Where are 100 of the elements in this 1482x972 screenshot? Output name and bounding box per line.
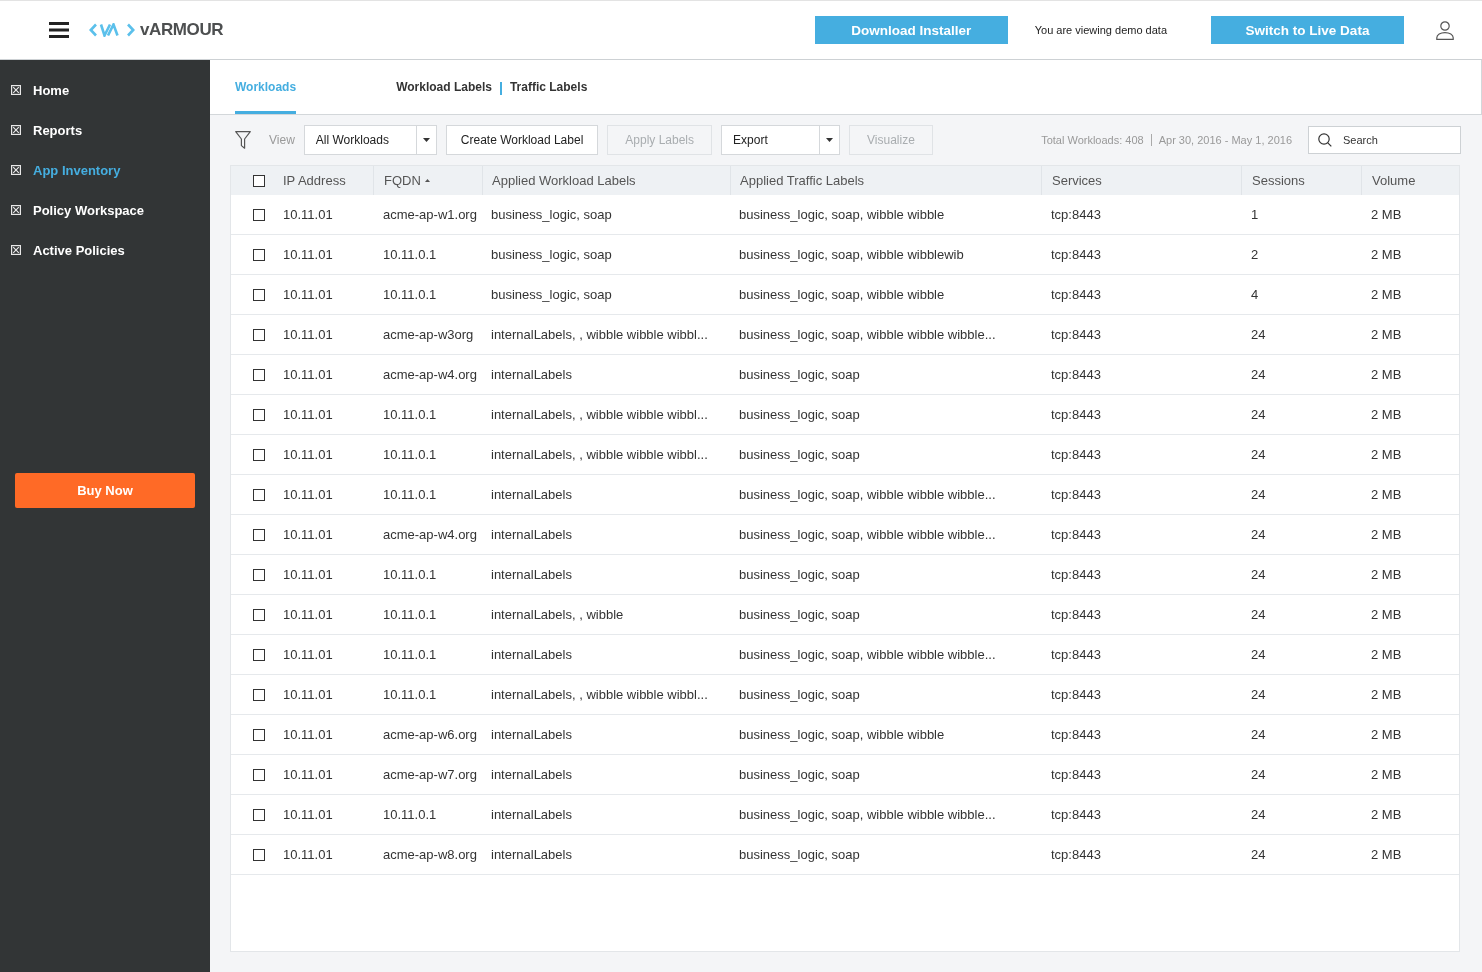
- row-checkbox[interactable]: [253, 528, 265, 541]
- table-cell-text: acme-ap-w6.org: [382, 726, 478, 744]
- table-cell-text: tcp:8443: [1050, 606, 1102, 624]
- sidebar-item[interactable]: Active Policies: [0, 230, 210, 270]
- table-cell-text: tcp:8443: [1050, 406, 1102, 424]
- table-cell-text: 2: [1250, 246, 1260, 264]
- table-cell-text: tcp:8443: [1050, 526, 1102, 544]
- table-cell-text: business_logic, soap: [738, 446, 861, 464]
- table-cell-text: 10.11.01: [282, 526, 334, 544]
- menu-icon[interactable]: [49, 22, 69, 38]
- table-cell-text: internalLabels, , wibble wibble wibbl...: [490, 686, 709, 704]
- sidebar-item[interactable]: Home: [0, 70, 210, 110]
- table-cell-text: 2 MB: [1370, 686, 1403, 704]
- column-header[interactable]: Sessions: [1241, 166, 1361, 195]
- row-checkbox[interactable]: [253, 568, 265, 581]
- sidebar-item[interactable]: App Inventory: [0, 150, 210, 190]
- column-header[interactable]: FQDN: [373, 166, 482, 195]
- table-cell-text: 2 MB: [1370, 646, 1403, 664]
- row-checkbox[interactable]: [253, 728, 265, 741]
- table-cell-text: 4: [1250, 286, 1260, 304]
- table-cell-text: tcp:8443: [1050, 566, 1102, 584]
- crossed-box-icon: [11, 125, 21, 135]
- column-header[interactable]: IP Address: [273, 166, 373, 195]
- table-cell-text: tcp:8443: [1050, 286, 1102, 304]
- table-cell-text: 24: [1250, 846, 1267, 864]
- table-cell-text: acme-ap-w7.org: [382, 766, 478, 784]
- table-cell-text: tcp:8443: [1050, 206, 1102, 224]
- column-header[interactable]: Applied Workload Labels: [482, 166, 730, 195]
- table-cell-text: 10.11.0.1: [382, 406, 438, 424]
- sidebar-item[interactable]: Reports: [0, 110, 210, 150]
- logo-text: vARMOUR: [140, 20, 224, 40]
- demo-notice: You are viewing demo data: [1034, 24, 1167, 36]
- table-cell-text: business_logic, soap: [738, 406, 861, 424]
- sort-up-icon: [424, 179, 430, 182]
- table-cell-text: 2 MB: [1370, 246, 1403, 264]
- row-checkbox[interactable]: [253, 648, 265, 661]
- table-cell-text: 2 MB: [1370, 766, 1403, 784]
- row-checkbox[interactable]: [253, 448, 265, 461]
- tab[interactable]: Workload Labels: [396, 60, 492, 114]
- table-cell-text: 2 MB: [1370, 606, 1403, 624]
- search-icon: [1318, 133, 1332, 147]
- table-cell-text: 24: [1250, 606, 1267, 624]
- table-cell-text: 24: [1250, 766, 1267, 784]
- table-cell-text: business_logic, soap, wibble wibble: [738, 206, 946, 224]
- column-header[interactable]: Volume: [1361, 166, 1459, 195]
- table-cell-text: 10.11.01: [282, 566, 334, 584]
- table-cell-text: 10.11.01: [282, 206, 334, 224]
- row-checkbox[interactable]: [253, 208, 265, 221]
- row-checkbox[interactable]: [253, 328, 265, 341]
- crossed-box-icon: [11, 245, 21, 255]
- toolbar-button[interactable]: Create Workload Label: [445, 125, 599, 155]
- table-cell-text: business_logic, soap: [490, 206, 613, 224]
- table-cell-text: 2 MB: [1370, 526, 1403, 544]
- table-cell-text: business_logic, soap, wibble wibble wibble...: [738, 646, 997, 664]
- row-checkbox[interactable]: [253, 248, 265, 261]
- table-cell-text: tcp:8443: [1050, 486, 1102, 504]
- table-cell-text: internalLabels: [490, 646, 573, 664]
- table-cell-text: 24: [1250, 686, 1267, 704]
- table-cell-text: 24: [1250, 366, 1267, 384]
- table-cell-text: business_logic, soap: [738, 846, 861, 864]
- table-cell-text: 2 MB: [1370, 326, 1403, 344]
- row-checkbox[interactable]: [253, 288, 265, 301]
- table-cell-text: internalLabels, , wibble wibble wibbl...: [490, 406, 709, 424]
- table-cell-text: internalLabels: [490, 366, 573, 384]
- search-field[interactable]: Search: [1308, 126, 1461, 154]
- view-label: View: [269, 133, 295, 147]
- table-cell-text: internalLabels: [490, 566, 573, 584]
- column-header[interactable]: Applied Traffic Labels: [730, 166, 1041, 195]
- table-cell-text: internalLabels: [490, 486, 573, 504]
- table-cell-text: 10.11.0.1: [382, 646, 438, 664]
- user-icon[interactable]: [1436, 20, 1454, 40]
- table-cell-text: internalLabels: [490, 726, 573, 744]
- table-cell-text: tcp:8443: [1050, 726, 1102, 744]
- table-cell-text: business_logic, soap, wibble wibble wibble...: [738, 486, 997, 504]
- table-cell-text: 10.11.01: [282, 366, 334, 384]
- table-cell-text: 2 MB: [1370, 726, 1403, 744]
- select-all-checkbox[interactable]: [253, 174, 265, 187]
- row-checkbox[interactable]: [253, 688, 265, 701]
- row-checkbox[interactable]: [253, 408, 265, 421]
- tab[interactable]: Traffic Labels: [509, 60, 588, 114]
- table-cell-text: business_logic, soap, wibble wibble wibble...: [738, 806, 997, 824]
- column-header[interactable]: Services: [1041, 166, 1241, 195]
- table-cell-text: 24: [1250, 566, 1267, 584]
- view-select[interactable]: All Workloads: [303, 125, 437, 155]
- row-checkbox[interactable]: [253, 608, 265, 621]
- table-cell-text: 10.11.01: [282, 766, 334, 784]
- sidebar-item[interactable]: Policy Workspace: [0, 190, 210, 230]
- table-cell-text: 10.11.01: [282, 686, 334, 704]
- table-cell-text: acme-ap-w3org: [382, 326, 475, 344]
- row-checkbox[interactable]: [253, 848, 265, 861]
- row-checkbox[interactable]: [253, 368, 265, 381]
- crossed-box-icon: [11, 165, 21, 175]
- filter-icon[interactable]: [235, 131, 251, 149]
- crossed-box-icon: [11, 85, 21, 95]
- row-checkbox[interactable]: [253, 808, 265, 821]
- row-checkbox[interactable]: [253, 768, 265, 781]
- table-cell-text: 2 MB: [1370, 286, 1403, 304]
- dropdown-button[interactable]: Export: [721, 125, 841, 155]
- table-cell-text: business_logic, soap, wibble wibble: [738, 286, 946, 304]
- row-checkbox[interactable]: [253, 488, 265, 501]
